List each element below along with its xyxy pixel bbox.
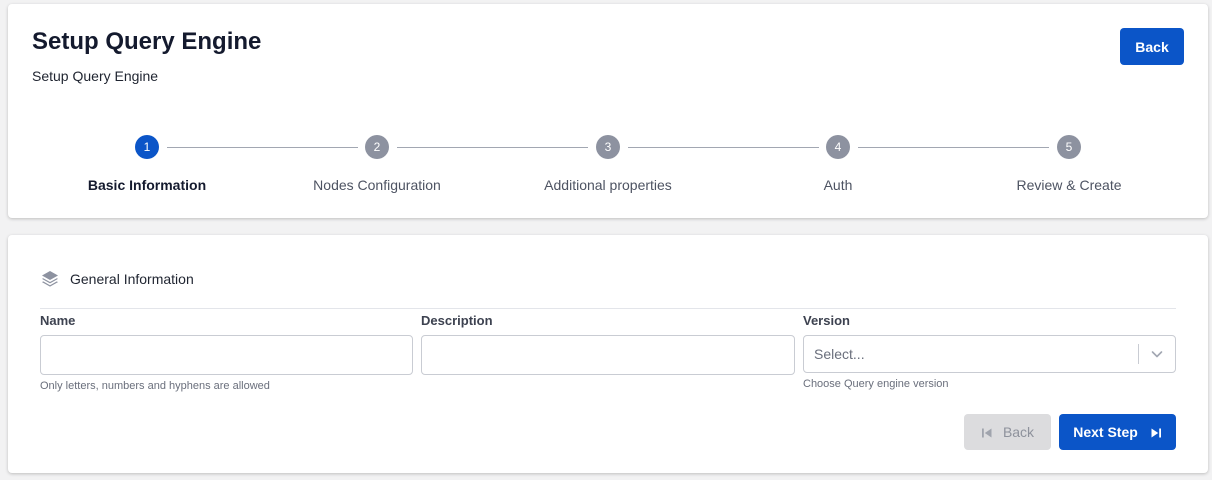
description-field-group: Description <box>421 313 795 375</box>
version-field-group: Version Select... Choose Query engine ve… <box>803 313 1176 390</box>
step-connector <box>167 147 358 148</box>
step-connector <box>628 147 819 148</box>
section-divider <box>40 308 1176 309</box>
layers-icon <box>40 269 60 289</box>
step-3-indicator[interactable]: 3 <box>596 135 620 159</box>
name-field-group: Name Only letters, numbers and hyphens a… <box>40 313 413 392</box>
next-step-label: Next Step <box>1073 424 1138 440</box>
step-connector <box>397 147 588 148</box>
step-connector <box>858 147 1049 148</box>
name-input[interactable] <box>40 335 413 375</box>
version-label: Version <box>803 313 850 328</box>
name-hint: Only letters, numbers and hyphens are al… <box>40 380 270 392</box>
next-step-button[interactable]: Next Step <box>1059 414 1176 450</box>
previous-step-button[interactable]: Back <box>964 414 1051 450</box>
previous-step-label: Back <box>1002 424 1035 440</box>
description-label: Description <box>421 313 493 328</box>
step-5-label: Review & Create <box>1016 177 1122 193</box>
step-1-label: Basic Information <box>87 177 207 193</box>
header-card: Setup Query Engine Setup Query Engine Ba… <box>8 4 1208 218</box>
version-select-placeholder: Select... <box>814 346 865 362</box>
skip-next-icon <box>1150 426 1162 438</box>
step-2-label: Nodes Configuration <box>313 177 441 193</box>
section-title: General Information <box>70 271 194 287</box>
version-select[interactable]: Select... <box>803 335 1176 373</box>
form-card: General Information Name Only letters, n… <box>8 235 1208 473</box>
step-4-indicator[interactable]: 4 <box>826 135 850 159</box>
step-1-indicator[interactable]: 1 <box>135 135 159 159</box>
step-5-indicator[interactable]: 5 <box>1057 135 1081 159</box>
step-2-indicator[interactable]: 2 <box>365 135 389 159</box>
stepper: 1 Basic Information 2 Nodes Configuratio… <box>8 4 1208 218</box>
version-hint: Choose Query engine version <box>803 378 949 390</box>
name-label: Name <box>40 313 76 328</box>
step-4-label: Auth <box>823 177 853 193</box>
section-header: General Information <box>40 269 194 289</box>
description-input[interactable] <box>421 335 795 375</box>
step-3-label: Additional properties <box>544 177 672 193</box>
chevron-down-icon[interactable] <box>1139 336 1175 372</box>
skip-previous-icon <box>981 426 993 438</box>
